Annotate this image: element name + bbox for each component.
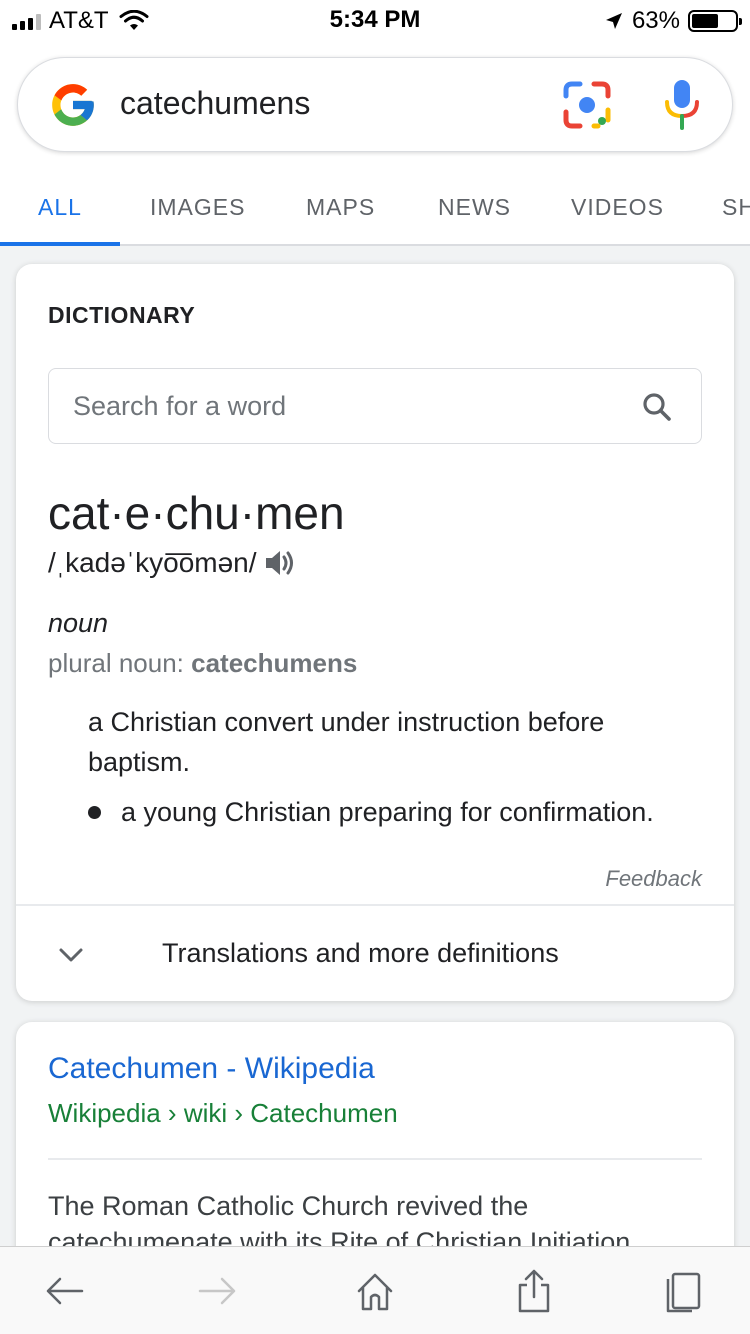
tab-images[interactable]: IMAGES [150,194,245,221]
definition-1: a Christian convert under instruction be… [88,707,605,777]
search-tabs: ALL IMAGES MAPS NEWS VIDEOS SH [0,168,750,246]
plural-line: plural noun: catechumens [48,648,357,679]
tab-maps[interactable]: MAPS [306,194,375,221]
word-search-box[interactable] [48,368,702,444]
search-query[interactable]: catechumens [120,85,310,122]
feedback-link[interactable]: Feedback [605,866,702,892]
result-divider [48,1158,702,1160]
search-box[interactable]: catechumens [17,57,733,152]
dictionary-heading: DICTIONARY [48,302,196,328]
headword: cat·e·chu·men [48,487,345,539]
tab-videos[interactable]: VIDEOS [571,194,664,221]
definition-2: a young Christian preparing for confirma… [88,792,718,832]
home-icon[interactable] [353,1269,397,1313]
battery-percent: 63% [631,7,680,34]
definition-2-text: a young Christian preparing for confirma… [121,797,654,827]
share-icon[interactable] [512,1269,556,1313]
search-icon[interactable] [641,391,673,423]
status-right: 63% [604,7,742,35]
lens-icon[interactable] [562,80,612,130]
back-arrow-icon[interactable] [42,1269,86,1313]
active-tab-indicator [0,242,120,246]
screen: AT&T 5:34 PM 63% catechumens ALL IMAGES … [0,0,750,1334]
browser-toolbar [0,1246,750,1334]
result-title-link[interactable]: Catechumen - Wikipedia [48,1052,375,1086]
bullet-icon [88,806,101,819]
plural-label: plural noun: [48,648,184,678]
tab-shopping[interactable]: SH [722,194,750,221]
more-definitions-label: Translations and more definitions [162,938,559,968]
tabs-icon[interactable] [664,1269,708,1313]
status-bar: AT&T 5:34 PM 63% [0,0,750,40]
part-of-speech: noun [48,608,109,638]
tab-all[interactable]: ALL [38,194,82,221]
tab-news[interactable]: NEWS [438,194,511,221]
result-breadcrumb[interactable]: Wikipedia › wiki › Catechumen [48,1098,398,1129]
chevron-down-icon [59,948,83,962]
speaker-icon[interactable] [263,546,297,580]
result-snippet-line-1: The Roman Catholic Church revived the [48,1191,529,1221]
location-arrow-icon [605,13,622,29]
pronunciation: /ˌkadəˈkyo͞omən/ [48,547,257,578]
word-search-input[interactable] [73,387,613,425]
google-g-icon [52,84,94,126]
more-definitions-row[interactable]: Translations and more definitions [16,906,734,1001]
forward-arrow-icon[interactable] [196,1269,240,1313]
battery-fill [692,14,719,28]
dictionary-card: DICTIONARY cat·e·chu·men /ˌkadəˈkyo͞omən… [16,264,734,1001]
battery-icon [688,10,742,32]
mic-icon[interactable] [662,78,702,132]
plural-value: catechumens [191,648,358,678]
pronunciation-row: /ˌkadəˈkyo͞omən/ [48,546,297,580]
